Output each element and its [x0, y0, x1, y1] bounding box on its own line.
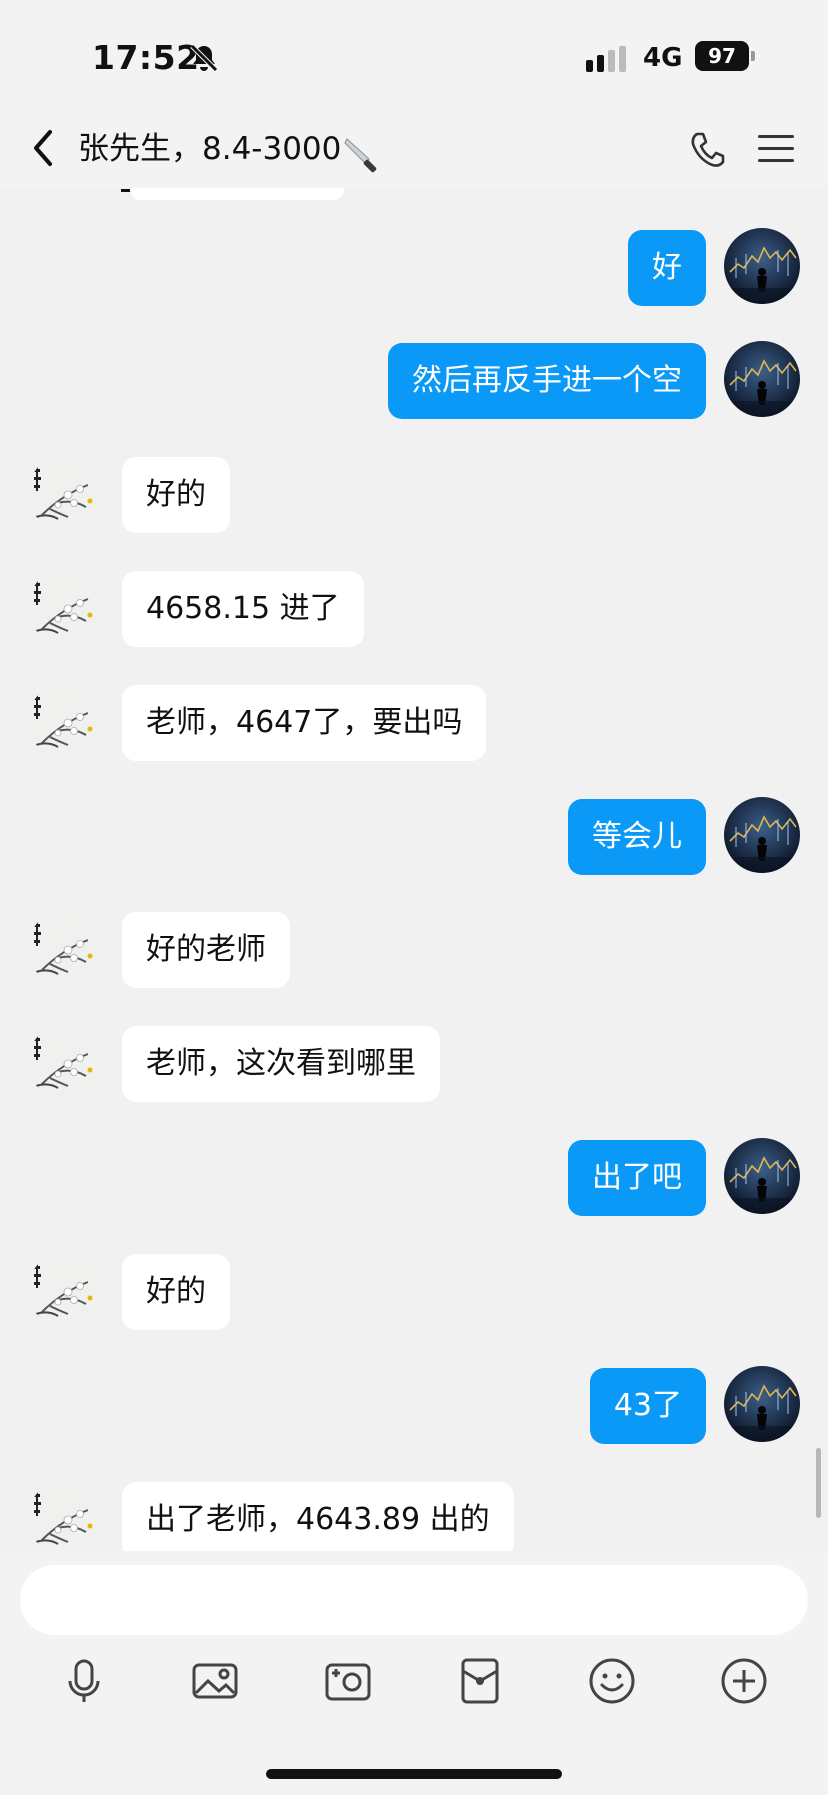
message-row-outgoing: 出了吧	[0, 1138, 828, 1218]
message-row-outgoing: 43了	[0, 1366, 828, 1446]
incoming-message-bubble[interactable]: 好的老师	[122, 912, 290, 988]
back-icon[interactable]	[28, 126, 58, 170]
signal-icon	[586, 46, 626, 72]
incoming-message-bubble[interactable]: 好的	[122, 457, 230, 533]
emoji-icon[interactable]	[586, 1655, 638, 1707]
chat-message-list[interactable]: 好 然后再反手进一个空 好的 4658.15 进了 老师，4647了，要出吗 等…	[0, 188, 828, 1551]
self-avatar[interactable]	[724, 1366, 800, 1442]
self-avatar[interactable]	[724, 228, 800, 304]
contact-avatar[interactable]	[28, 683, 104, 759]
red-packet-icon[interactable]	[454, 1655, 506, 1707]
chat-scrollbar[interactable]	[816, 1448, 821, 1518]
camera-icon[interactable]	[322, 1655, 374, 1707]
self-avatar[interactable]	[724, 341, 800, 417]
contact-avatar[interactable]	[28, 910, 104, 986]
self-avatar[interactable]	[724, 1138, 800, 1214]
microphone-icon[interactable]	[58, 1655, 110, 1707]
message-row-incoming: 出了老师，4643.89 出的	[0, 1480, 828, 1551]
outgoing-message-bubble[interactable]: 出了吧	[568, 1140, 706, 1216]
battery-icon: 97	[695, 41, 755, 71]
chat-header: 张先生，8.4-3000	[0, 112, 828, 192]
phone-icon[interactable]	[688, 130, 726, 170]
message-input[interactable]	[20, 1565, 808, 1635]
contact-avatar[interactable]	[28, 569, 104, 645]
message-row-incoming: 老师，4647了，要出吗	[0, 683, 828, 763]
home-indicator	[266, 1769, 562, 1779]
contact-avatar[interactable]	[28, 1480, 104, 1551]
status-bar: 17:52 4G 97	[0, 0, 828, 112]
previous-message-edge	[130, 188, 344, 200]
network-type: 4G	[643, 43, 683, 73]
outgoing-message-bubble[interactable]: 然后再反手进一个空	[388, 343, 706, 419]
menu-icon[interactable]	[758, 132, 794, 166]
contact-avatar[interactable]	[28, 1252, 104, 1328]
input-area	[0, 1551, 828, 1795]
message-row-incoming: 好的	[0, 1252, 828, 1332]
outgoing-message-bubble[interactable]: 43了	[589, 1368, 706, 1444]
chat-title: 张先生，8.4-3000	[78, 131, 342, 167]
image-icon[interactable]	[189, 1655, 241, 1707]
contact-avatar[interactable]	[28, 1024, 104, 1100]
bell-slash-icon	[190, 44, 218, 72]
message-row-incoming: 老师，这次看到哪里	[0, 1024, 828, 1104]
message-row-outgoing: 等会儿	[0, 797, 828, 877]
message-row-outgoing: 然后再反手进一个空	[0, 341, 828, 421]
chat-title-wrap[interactable]: 张先生，8.4-3000	[78, 124, 381, 174]
incoming-message-bubble[interactable]: 出了老师，4643.89 出的	[122, 1482, 514, 1551]
status-time: 17:52	[92, 38, 200, 77]
message-row-outgoing: 好	[0, 228, 828, 308]
message-row-incoming: 好的	[0, 455, 828, 535]
self-avatar[interactable]	[724, 797, 800, 873]
outgoing-message-bubble[interactable]: 等会儿	[568, 799, 706, 875]
contact-avatar[interactable]	[28, 455, 104, 531]
incoming-message-bubble[interactable]: 好的	[122, 1254, 230, 1330]
incoming-message-bubble[interactable]: 老师，这次看到哪里	[122, 1026, 440, 1102]
knife-emoji-icon	[344, 137, 377, 172]
incoming-message-bubble[interactable]: 4658.15 进了	[122, 571, 364, 647]
message-row-incoming: 4658.15 进了	[0, 569, 828, 649]
outgoing-message-bubble[interactable]: 好	[628, 230, 706, 306]
battery-level: 97	[695, 41, 749, 71]
incoming-message-bubble[interactable]: 老师，4647了，要出吗	[122, 685, 487, 761]
message-row-incoming: 好的老师	[0, 910, 828, 990]
plus-icon[interactable]	[718, 1655, 770, 1707]
